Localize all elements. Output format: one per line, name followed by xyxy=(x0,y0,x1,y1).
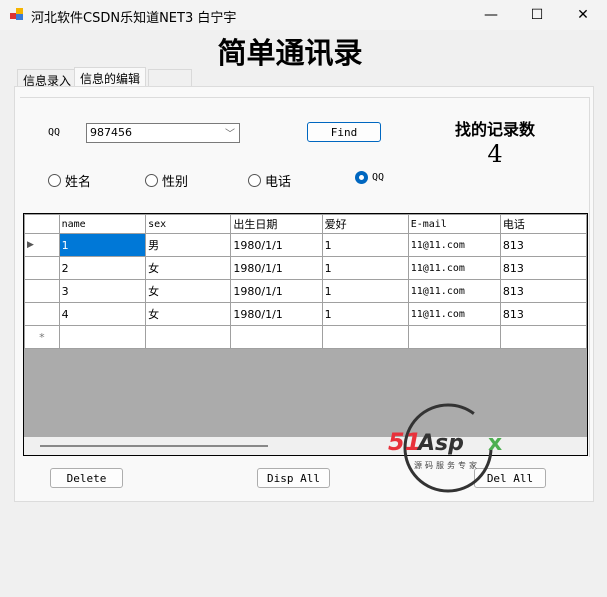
table-cell[interactable] xyxy=(230,325,323,349)
radio-label: QQ xyxy=(372,172,385,183)
table-cell[interactable]: 813 xyxy=(499,302,587,326)
table-cell[interactable]: 女 xyxy=(145,256,232,280)
table-cell[interactable]: 1 xyxy=(321,233,409,257)
table-cell[interactable]: 1 xyxy=(58,233,147,257)
disp-all-button[interactable]: Disp All xyxy=(257,468,330,488)
minimize-button[interactable]: — xyxy=(468,0,514,30)
radio-icon xyxy=(248,174,261,187)
radio-phone[interactable]: 电话 xyxy=(248,171,291,190)
table-cell[interactable] xyxy=(58,325,147,349)
radio-label: 电话 xyxy=(265,175,292,190)
header-row: name sex 出生日期 爱好 E-mail 电话 xyxy=(24,214,587,234)
app-icon xyxy=(10,8,24,21)
table-cell[interactable]: 1980/1/1 xyxy=(230,256,323,280)
table-cell[interactable] xyxy=(407,325,501,349)
svg-text:源码服务专家: 源码服务专家 xyxy=(414,460,480,470)
table-cell[interactable]: 女 xyxy=(145,302,232,326)
tab-blank xyxy=(148,69,192,87)
table-cell[interactable]: 4 xyxy=(58,302,147,326)
column-header[interactable]: 电话 xyxy=(499,214,587,234)
radio-icon xyxy=(48,174,61,187)
column-header[interactable]: E-mail xyxy=(407,214,501,234)
table-cell[interactable]: 1 xyxy=(321,256,409,280)
table-cell[interactable]: 11@11.com xyxy=(407,256,501,280)
radio-label: 姓名 xyxy=(65,175,92,190)
new-row-icon: * xyxy=(24,325,60,349)
table-cell[interactable]: 1980/1/1 xyxy=(230,279,323,303)
tab-info-entry[interactable]: 信息录入 xyxy=(17,69,78,88)
find-button[interactable]: Find xyxy=(307,122,381,142)
search-combobox[interactable]: 987456 ﹀ xyxy=(86,123,240,143)
row-header-corner xyxy=(24,214,60,234)
radio-sex[interactable]: 性别 xyxy=(145,171,188,190)
column-header[interactable]: name xyxy=(58,214,147,234)
search-label: QQ xyxy=(48,127,61,138)
page-title: 简单通讯录 xyxy=(217,36,363,70)
radio-icon xyxy=(145,174,158,187)
column-header[interactable]: 爱好 xyxy=(321,214,409,234)
table-cell[interactable]: 1 xyxy=(321,302,409,326)
record-count-value: 4 xyxy=(487,140,503,168)
current-row-icon: ▶ xyxy=(24,233,60,257)
column-header[interactable]: 出生日期 xyxy=(230,214,323,234)
search-value: 987456 xyxy=(90,126,132,139)
table-row[interactable]: 3 女 1980/1/1 1 11@11.com 813 xyxy=(24,279,587,303)
table-cell[interactable]: 1 xyxy=(321,279,409,303)
table-cell[interactable]: 813 xyxy=(499,256,587,280)
svg-text:Asp: Asp xyxy=(416,431,464,456)
column-header[interactable]: sex xyxy=(145,214,232,234)
table-cell[interactable]: 11@11.com xyxy=(407,302,501,326)
watermark-logo: 51 Asp x 源码服务专家 xyxy=(388,403,513,495)
window-title: 河北软件CSDN乐知道NET3 白宁宇 xyxy=(31,11,237,26)
table-cell[interactable]: 2 xyxy=(58,256,147,280)
radio-qq[interactable]: QQ xyxy=(355,171,384,184)
title-bar: 河北软件CSDN乐知道NET3 白宁宇 — ☐ ✕ xyxy=(0,0,607,30)
tab-info-edit[interactable]: 信息的编辑 xyxy=(74,67,147,87)
radio-name[interactable]: 姓名 xyxy=(48,171,91,190)
radio-checked-icon xyxy=(355,171,368,184)
maximize-button[interactable]: ☐ xyxy=(514,0,560,30)
table-cell[interactable]: 3 xyxy=(58,279,147,303)
chevron-down-icon[interactable]: ﹀ xyxy=(225,125,235,140)
table-row[interactable]: ▶ 1 男 1980/1/1 1 11@11.com 813 xyxy=(24,233,587,257)
scrollbar-thumb[interactable] xyxy=(40,445,268,447)
table-cell[interactable]: 11@11.com xyxy=(407,279,501,303)
delete-button[interactable]: Delete xyxy=(50,468,123,488)
table-row[interactable]: 2 女 1980/1/1 1 11@11.com 813 xyxy=(24,256,587,280)
close-button[interactable]: ✕ xyxy=(560,0,606,30)
row-header[interactable] xyxy=(24,302,60,326)
table-cell[interactable]: 男 xyxy=(145,233,232,257)
new-row[interactable]: * xyxy=(24,325,587,349)
table-cell[interactable]: 813 xyxy=(499,233,587,257)
table-cell[interactable] xyxy=(145,325,232,349)
row-header[interactable] xyxy=(24,256,60,280)
record-count-label: 找的记录数 xyxy=(454,120,535,139)
table-cell[interactable]: 813 xyxy=(499,279,587,303)
row-header[interactable] xyxy=(24,279,60,303)
svg-text:x: x xyxy=(488,431,502,456)
table-cell[interactable]: 11@11.com xyxy=(407,233,501,257)
radio-label: 性别 xyxy=(162,175,189,190)
table-cell[interactable]: 1980/1/1 xyxy=(230,233,323,257)
table-cell[interactable]: 1980/1/1 xyxy=(230,302,323,326)
svg-text:51: 51 xyxy=(388,428,421,456)
table-row[interactable]: 4 女 1980/1/1 1 11@11.com 813 xyxy=(24,302,587,326)
table-cell[interactable]: 女 xyxy=(145,279,232,303)
table-cell[interactable] xyxy=(321,325,409,349)
table-cell[interactable] xyxy=(499,325,587,349)
